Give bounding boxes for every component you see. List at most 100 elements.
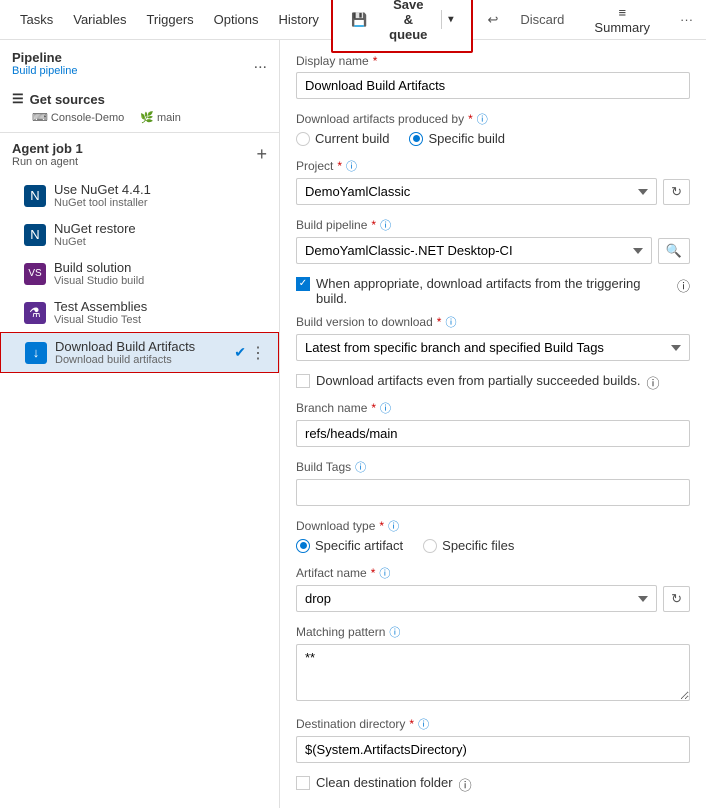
build-version-field: Build version to download * ⓘ Latest fro… <box>296 314 690 361</box>
build-pipeline-search-button[interactable]: 🔍 <box>658 238 690 264</box>
radio-label-current: Current build <box>315 131 389 146</box>
project-info-icon[interactable]: ⓘ <box>346 158 357 174</box>
build-version-info-icon[interactable]: ⓘ <box>445 314 456 330</box>
required-marker: * <box>437 315 442 329</box>
nav-history[interactable]: History <box>270 8 326 31</box>
clean-destination-checkbox[interactable] <box>296 776 310 790</box>
build-pipeline-select-wrap: DemoYamlClassic-.NET Desktop-CI 🔍 <box>296 237 690 264</box>
summary-button[interactable]: ≡ Summary <box>578 1 666 39</box>
when-appropriate-info-icon[interactable]: ⓘ <box>677 276 690 295</box>
save-icon: 💾 <box>343 8 375 32</box>
required-marker: * <box>409 717 414 731</box>
download-type-info-icon[interactable]: ⓘ <box>388 518 399 534</box>
nuget-icon: N <box>24 185 46 207</box>
produced-by-info-icon[interactable]: ⓘ <box>477 111 488 127</box>
artifact-name-refresh-button[interactable]: ↻ <box>663 586 690 612</box>
task-sub: NuGet tool installer <box>54 197 267 209</box>
nav-variables[interactable]: Variables <box>65 8 134 31</box>
download-partial-info-icon[interactable]: ⓘ <box>646 373 659 392</box>
matching-pattern-info-icon[interactable]: ⓘ <box>389 624 400 640</box>
destination-directory-input[interactable] <box>296 736 690 763</box>
artifact-name-info-icon[interactable]: ⓘ <box>379 565 390 581</box>
pipeline-more-button[interactable]: ... <box>254 55 267 73</box>
project-refresh-button[interactable]: ↻ <box>663 179 690 205</box>
branch-name-info-icon[interactable]: ⓘ <box>380 400 391 416</box>
task-list: N Use NuGet 4.4.1 NuGet tool installer N… <box>0 176 279 381</box>
task-check-icon: ✔ <box>234 344 246 361</box>
task-item-nuget-restore[interactable]: N NuGet restore NuGet <box>0 215 279 254</box>
artifact-name-select[interactable]: drop <box>296 585 657 612</box>
radio-circle-specific-files <box>423 539 437 553</box>
right-panel: Display name * Download artifacts produc… <box>280 40 706 808</box>
build-tags-input[interactable] <box>296 479 690 506</box>
required-marker: * <box>379 519 384 533</box>
when-appropriate-field: ✓ When appropriate, download artifacts f… <box>296 276 690 306</box>
required-marker: * <box>468 112 473 126</box>
task-sub: Visual Studio Test <box>54 314 267 326</box>
clean-destination-text: Clean destination folder <box>316 775 453 790</box>
when-appropriate-checkbox[interactable]: ✓ <box>296 277 310 291</box>
download-partial-text: Download artifacts even from partially s… <box>316 373 640 388</box>
vs-icon: VS <box>24 263 46 285</box>
destination-directory-info-icon[interactable]: ⓘ <box>418 716 429 732</box>
build-pipeline-info-icon[interactable]: ⓘ <box>380 217 391 233</box>
main-layout: Pipeline Build pipeline ... ☰ Get source… <box>0 40 706 808</box>
task-item-test-assemblies[interactable]: ⚗ Test Assemblies Visual Studio Test <box>0 293 279 332</box>
discard-button[interactable]: Discard <box>512 8 572 31</box>
get-sources-header[interactable]: ☰ Get sources <box>12 91 267 107</box>
list-icon: ☰ <box>12 91 24 107</box>
get-sources-label: Get sources <box>30 92 105 107</box>
nav-options[interactable]: Options <box>206 8 267 31</box>
when-appropriate-text: When appropriate, download artifacts fro… <box>316 276 671 306</box>
build-pipeline-label: Build pipeline * ⓘ <box>296 217 690 233</box>
task-item-download-artifacts[interactable]: ↓ Download Build Artifacts Download buil… <box>0 332 279 373</box>
required-marker: * <box>373 54 378 68</box>
radio-specific-files[interactable]: Specific files <box>423 538 514 553</box>
nav-triggers[interactable]: Triggers <box>138 8 201 31</box>
radio-current-build[interactable]: Current build <box>296 131 389 146</box>
task-sub: NuGet <box>54 236 267 248</box>
task-info: Test Assemblies Visual Studio Test <box>54 299 267 326</box>
radio-circle-specific <box>409 132 423 146</box>
task-item-use-nuget[interactable]: N Use NuGet 4.4.1 NuGet tool installer <box>0 176 279 215</box>
radio-specific-artifact[interactable]: Specific artifact <box>296 538 403 553</box>
pipeline-subtitle[interactable]: Build pipeline <box>12 65 77 77</box>
download-type-field: Download type * ⓘ Specific artifact Spec… <box>296 518 690 553</box>
matching-pattern-textarea[interactable]: ** <box>296 644 690 701</box>
repo-name: Console-Demo <box>51 112 124 124</box>
pipeline-title: Pipeline <box>12 50 77 65</box>
matching-pattern-label: Matching pattern ⓘ <box>296 624 690 640</box>
produced-by-field: Download artifacts produced by * ⓘ Curre… <box>296 111 690 146</box>
display-name-field: Display name * <box>296 54 690 99</box>
branch-icon: 🌿 <box>140 111 154 124</box>
task-info: NuGet restore NuGet <box>54 221 267 248</box>
display-name-input[interactable] <box>296 72 690 99</box>
destination-directory-field: Destination directory * ⓘ <box>296 716 690 763</box>
radio-circle-specific-artifact <box>296 539 310 553</box>
more-options-button[interactable]: ··· <box>672 8 701 31</box>
download-partial-checkbox[interactable] <box>296 374 310 388</box>
undo-button[interactable]: ↩ <box>479 8 506 32</box>
radio-label-specific-files: Specific files <box>442 538 514 553</box>
radio-specific-build[interactable]: Specific build <box>409 131 505 146</box>
branch-name-field: Branch name * ⓘ <box>296 400 690 447</box>
required-marker: * <box>337 159 342 173</box>
get-sources-section: ☰ Get sources ⌨ Console-Demo 🌿 main <box>0 83 279 133</box>
branch-name-input[interactable] <box>296 420 690 447</box>
branch-name-label: Branch name * ⓘ <box>296 400 690 416</box>
task-name: Test Assemblies <box>54 299 267 314</box>
clean-destination-field: Clean destination folder ⓘ <box>296 775 690 794</box>
nav-tasks[interactable]: Tasks <box>12 8 61 31</box>
clean-destination-info-icon[interactable]: ⓘ <box>459 775 472 794</box>
task-item-build-solution[interactable]: VS Build solution Visual Studio build <box>0 254 279 293</box>
build-version-select[interactable]: Latest from specific branch and specifie… <box>296 334 690 361</box>
build-tags-info-icon[interactable]: ⓘ <box>355 459 366 475</box>
add-task-button[interactable]: + <box>256 144 267 165</box>
task-more-button[interactable]: ⋮ <box>250 343 266 363</box>
project-select[interactable]: DemoYamlClassic <box>296 178 657 205</box>
build-tags-label: Build Tags ⓘ <box>296 459 690 475</box>
radio-circle-current <box>296 132 310 146</box>
task-actions: ✔ ⋮ <box>234 343 266 363</box>
task-info: Download Build Artifacts Download build … <box>55 339 226 366</box>
build-pipeline-select[interactable]: DemoYamlClassic-.NET Desktop-CI <box>296 237 652 264</box>
